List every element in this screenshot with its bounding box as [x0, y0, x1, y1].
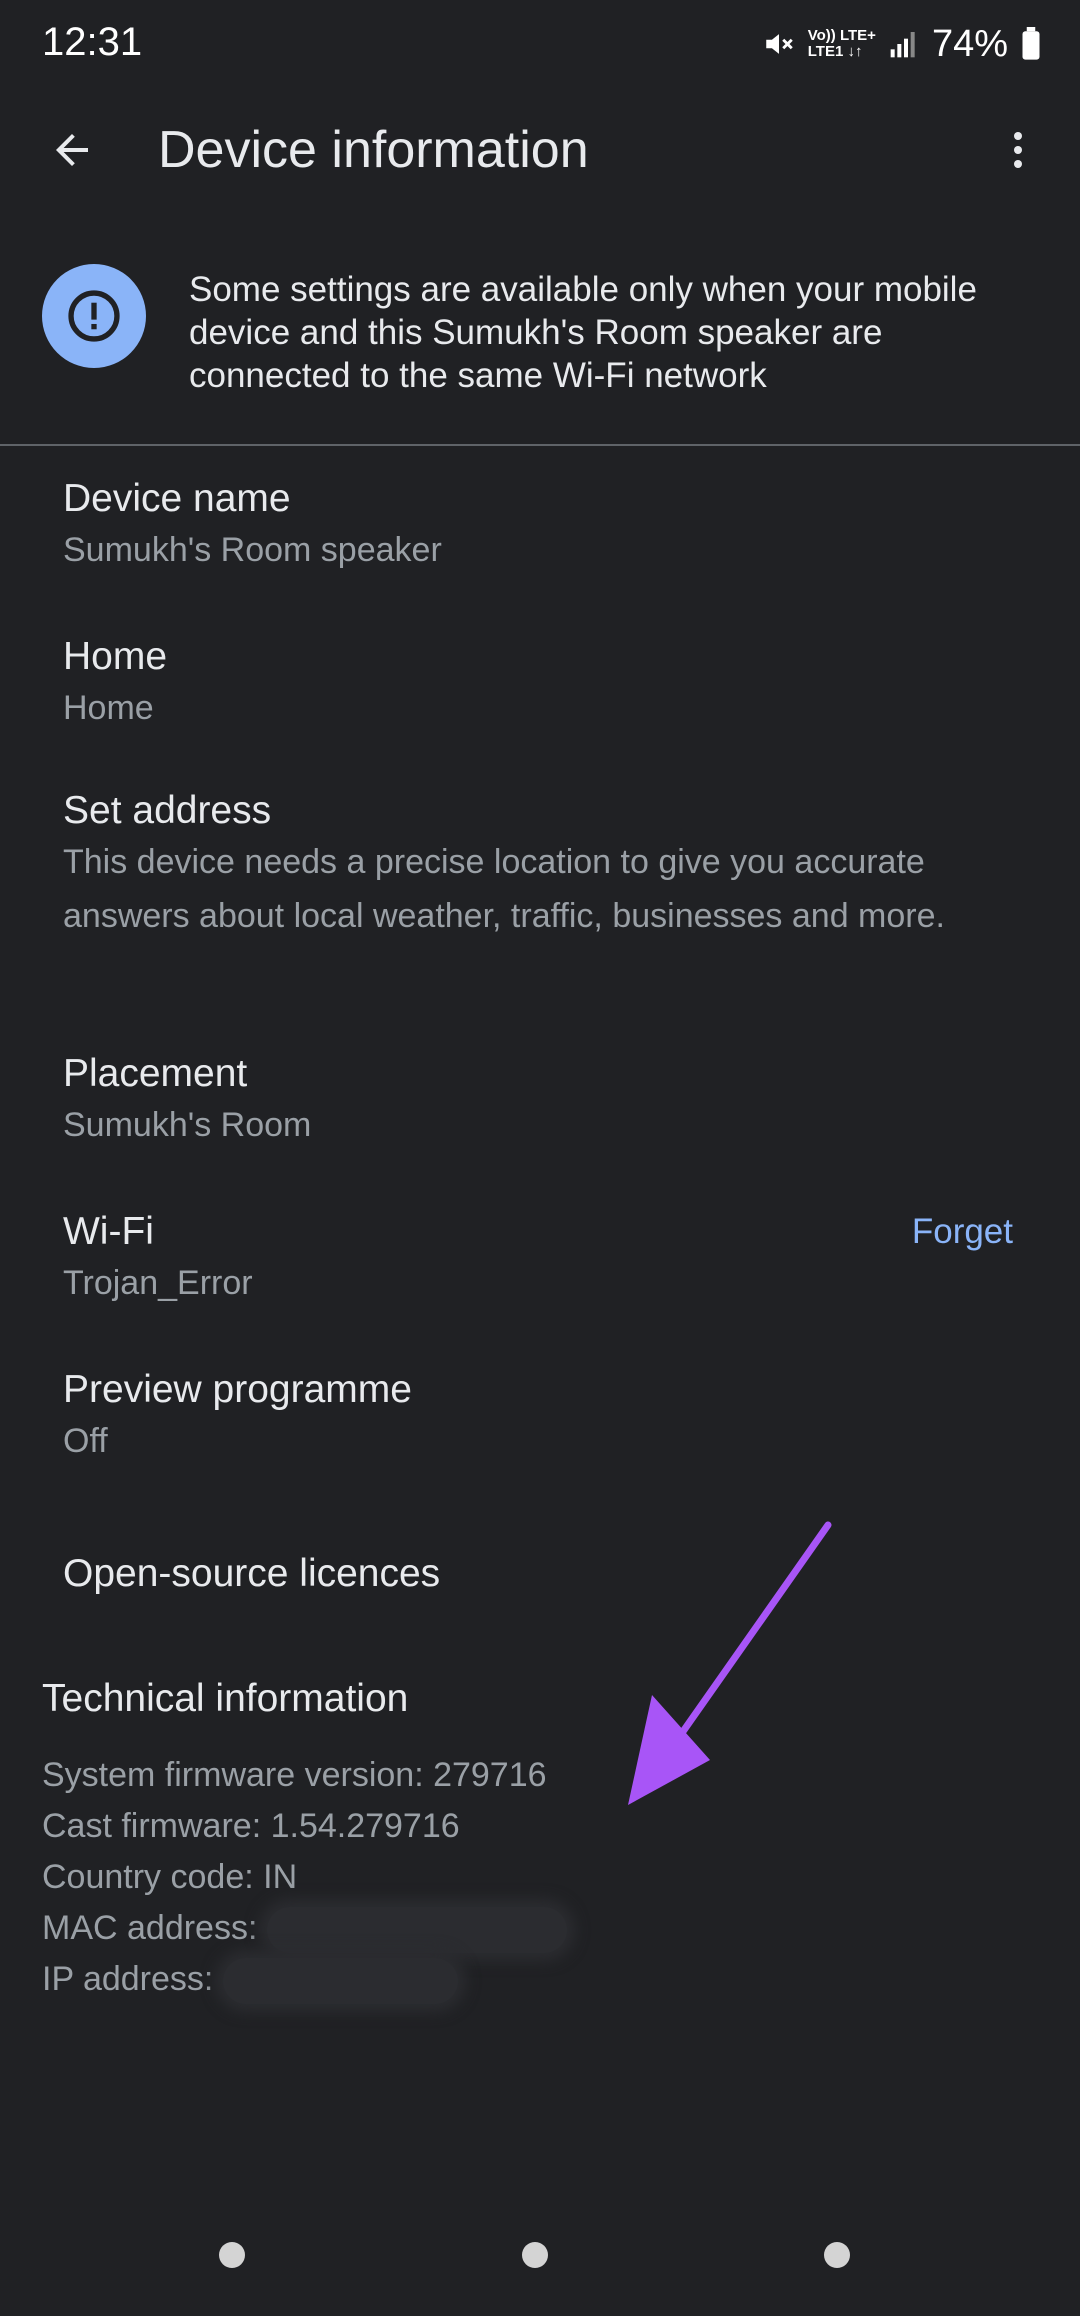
setting-device-name[interactable]: Device name Sumukh's Room speaker	[63, 475, 1023, 577]
setting-title: Preview programme	[63, 1368, 412, 1411]
setting-value: Home	[63, 689, 154, 727]
battery-percent: 74%	[931, 22, 1008, 65]
technical-info-list: System firmware version: 279716 Cast fir…	[42, 1750, 568, 2005]
setting-title: Home	[63, 635, 168, 678]
more-vert-icon	[1014, 132, 1022, 168]
setting-title: Open-source licences	[63, 1552, 441, 1595]
setting-title: Device name	[63, 477, 291, 520]
app-bar: Device information	[0, 100, 1080, 200]
setting-value: Off	[63, 1422, 108, 1460]
mac-address-row: MAC address:	[42, 1903, 568, 1954]
signal-icon	[888, 28, 920, 60]
banner-text: Some settings are available only when yo…	[189, 270, 977, 395]
status-time: 12:31	[42, 20, 143, 64]
setting-value: This device needs a precise location to …	[63, 843, 945, 935]
info-banner: Some settings are available only when yo…	[0, 258, 1080, 446]
banner-icon-circle	[42, 264, 146, 368]
cast-firmware-version: Cast firmware: 1.54.279716	[42, 1807, 460, 1845]
network-indicator: Vo)) LTE+ LTE1 ↓↑	[807, 27, 876, 60]
page-title: Device information	[158, 121, 589, 179]
setting-value: Sumukh's Room speaker	[63, 531, 442, 569]
setting-preview-programme[interactable]: Preview programme Off	[63, 1366, 1023, 1468]
ip-address-redaction	[223, 1958, 459, 2005]
status-icons: Vo)) LTE+ LTE1 ↓↑ 74%	[762, 22, 1042, 66]
nav-recents-button[interactable]	[219, 2242, 245, 2268]
setting-title: Set address	[63, 789, 272, 832]
country-code: Country code: IN	[42, 1858, 298, 1896]
setting-title: Placement	[63, 1052, 248, 1095]
nav-back-button[interactable]	[824, 2242, 850, 2268]
back-arrow-icon	[56, 134, 88, 166]
setting-value: Sumukh's Room	[63, 1106, 312, 1144]
exclamation-icon	[68, 290, 120, 342]
setting-value: Trojan_Error	[63, 1264, 253, 1302]
mac-address-label: MAC address:	[42, 1909, 258, 1947]
annotation-arrow-icon	[628, 1521, 832, 1805]
setting-open-source-licences[interactable]: Open-source licences	[63, 1550, 1023, 1598]
system-nav-bar	[0, 2230, 1080, 2290]
mac-address-redaction	[267, 1907, 568, 1954]
setting-wifi[interactable]: Wi-Fi Trojan_Error	[63, 1208, 863, 1310]
mute-icon	[762, 27, 796, 61]
nav-home-button[interactable]	[522, 2242, 548, 2268]
more-options-button[interactable]	[986, 118, 1050, 182]
ip-address-label: IP address:	[42, 1960, 214, 1998]
status-bar: 12:31 Vo)) LTE+ LTE1 ↓↑ 74%	[0, 0, 1080, 90]
ip-address-row: IP address:	[42, 1954, 567, 2005]
battery-icon	[1020, 27, 1042, 61]
back-button[interactable]	[40, 118, 104, 182]
setting-title: Wi-Fi	[63, 1210, 154, 1253]
setting-set-address[interactable]: Set address This device needs a precise …	[63, 787, 1023, 943]
setting-home[interactable]: Home Home	[63, 633, 1023, 735]
technical-info-heading: Technical information	[42, 1677, 409, 1720]
wifi-forget-button[interactable]: Forget	[912, 1208, 1013, 1256]
setting-placement[interactable]: Placement Sumukh's Room	[63, 1050, 1023, 1152]
system-firmware-version: System firmware version: 279716	[42, 1756, 547, 1794]
